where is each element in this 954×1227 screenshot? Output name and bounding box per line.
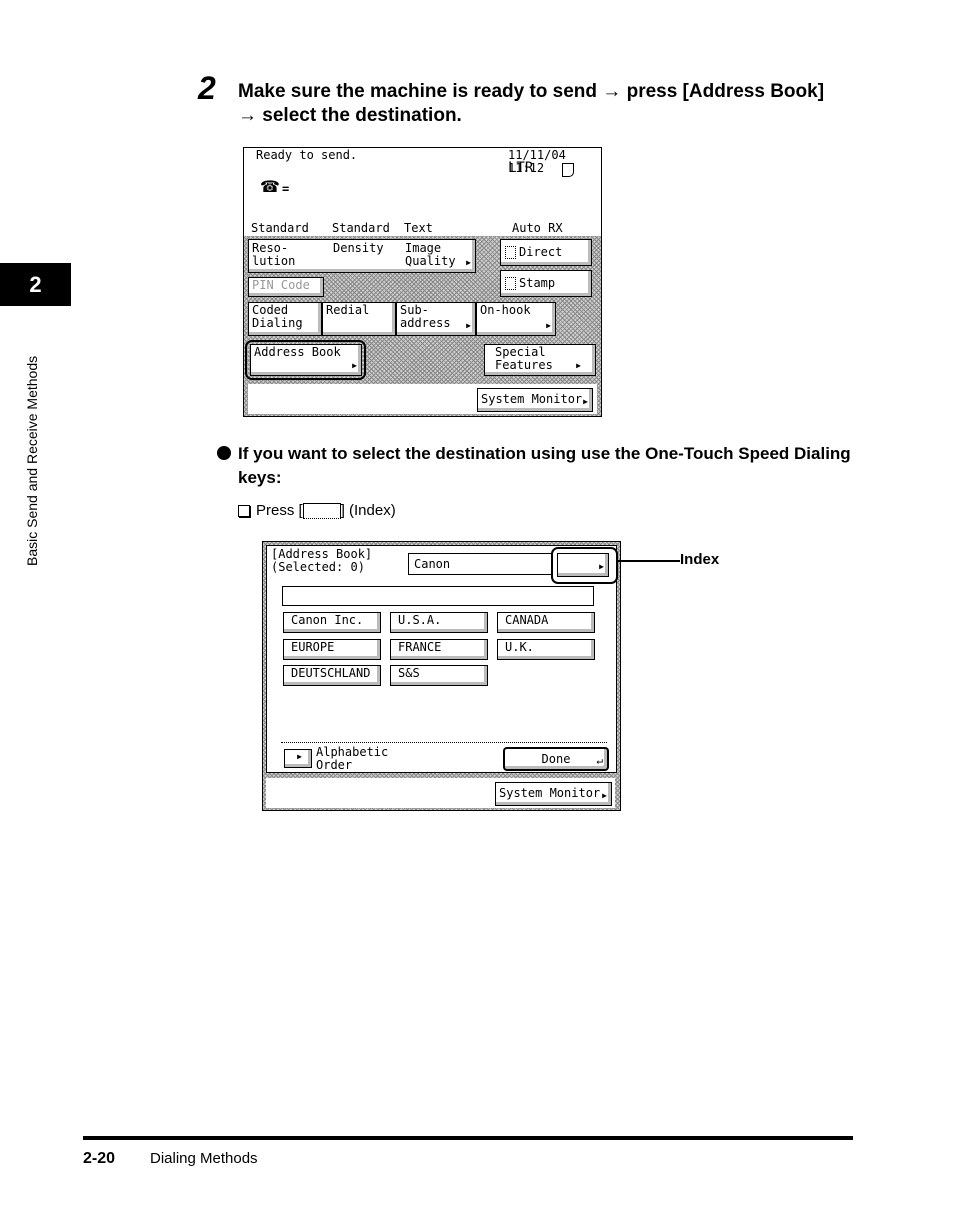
index-display: Canon	[408, 553, 553, 575]
chapter-tab: 2	[0, 263, 71, 306]
system-monitor-button[interactable]: System Monitor ▶	[495, 782, 612, 806]
paper-orientation-icon	[562, 163, 574, 177]
step-instruction: Make sure the machine is ready to send →…	[238, 81, 825, 126]
arrow-right-icon: ▶	[602, 791, 607, 800]
footer-rule	[83, 1136, 853, 1140]
entry-button[interactable]: DEUTSCHLAND	[283, 665, 381, 686]
arrow-right-icon: ▶	[576, 361, 581, 370]
resolution-label: Reso-lution	[252, 241, 296, 268]
index-key-icon	[302, 503, 341, 520]
send-screen: Ready to send. 11/11/04 11:12 LTR ☎ = St…	[243, 147, 602, 417]
bullet-icon	[217, 446, 231, 460]
coded-dialing-button[interactable]: Coded Dialing	[248, 302, 322, 336]
checkbox-icon	[238, 505, 250, 518]
chapter-title: Basic Send and Receive Methods	[24, 355, 40, 566]
highlight-outline	[245, 340, 366, 380]
entry-button[interactable]: U.K.	[497, 639, 595, 660]
step-number: 2	[198, 70, 216, 106]
checkbox-icon	[505, 277, 516, 290]
system-monitor-button[interactable]: System Monitor ▶	[477, 388, 593, 412]
return-icon: ↵	[596, 754, 603, 767]
address-book-dialog: [Address Book] (Selected: 0) Canon ▶ Can…	[266, 545, 618, 773]
bullet-heading: If you want to select the destination us…	[238, 444, 851, 487]
checkbox-icon	[505, 246, 516, 259]
selected-count: (Selected: 0)	[271, 560, 365, 574]
press-instruction: Press [] (Index)	[238, 502, 396, 520]
pin-code-button[interactable]: PIN Code	[248, 277, 324, 297]
density-value: Standard	[332, 221, 390, 235]
arrow-right-icon: ▶	[546, 321, 551, 330]
redial-button[interactable]: Redial	[322, 302, 396, 336]
callout-line	[618, 560, 680, 562]
special-features-button[interactable]: Special Features ▶	[484, 344, 596, 376]
arrow-right-icon: ▶	[466, 321, 471, 330]
direct-button[interactable]: Direct	[500, 239, 592, 266]
destination-label: =	[282, 182, 290, 196]
subaddress-button[interactable]: Sub-address ▶	[396, 302, 476, 336]
arrow-right-icon: ▶	[466, 258, 471, 267]
settings-button[interactable]: Reso-lution Density Image Quality ▶	[248, 239, 476, 273]
index-callout: Index	[680, 551, 720, 568]
highlight-outline	[551, 547, 618, 584]
phone-icon: ☎	[260, 177, 280, 196]
status-text: Ready to send.	[256, 148, 358, 162]
done-button[interactable]: Done ↵	[503, 747, 609, 771]
entry-button[interactable]: Canon Inc.	[283, 612, 381, 633]
image-quality-label: Image Quality	[405, 241, 456, 268]
entry-button[interactable]: EUROPE	[283, 639, 381, 660]
stamp-button[interactable]: Stamp	[500, 270, 592, 297]
entry-button[interactable]: S&S	[390, 665, 488, 686]
alphabetic-order-button[interactable]: ▶	[284, 749, 312, 768]
entry-button[interactable]: FRANCE	[390, 639, 488, 660]
arrow-right-icon: ▶	[583, 397, 588, 406]
entry-button[interactable]: CANADA	[497, 612, 595, 633]
alphabetic-order-label: Alphabetic Order	[316, 745, 389, 772]
auto-rx-label: Auto RX	[512, 221, 563, 235]
resolution-value: Standard	[251, 221, 309, 235]
destination-field[interactable]	[282, 586, 594, 606]
onhook-button[interactable]: On-hook ▶	[476, 302, 556, 336]
address-book-screen: [Address Book] (Selected: 0) Canon ▶ Can…	[262, 541, 621, 811]
arrow-right-icon: ▶	[297, 752, 302, 761]
density-label: Density	[333, 241, 384, 255]
paper-size: LTR	[508, 160, 534, 176]
entry-button[interactable]: U.S.A.	[390, 612, 488, 633]
divider	[281, 742, 607, 743]
page-number: 2-20	[83, 1150, 116, 1167]
image-quality-value: Text	[404, 221, 433, 235]
section-title: Dialing Methods	[150, 1150, 258, 1167]
